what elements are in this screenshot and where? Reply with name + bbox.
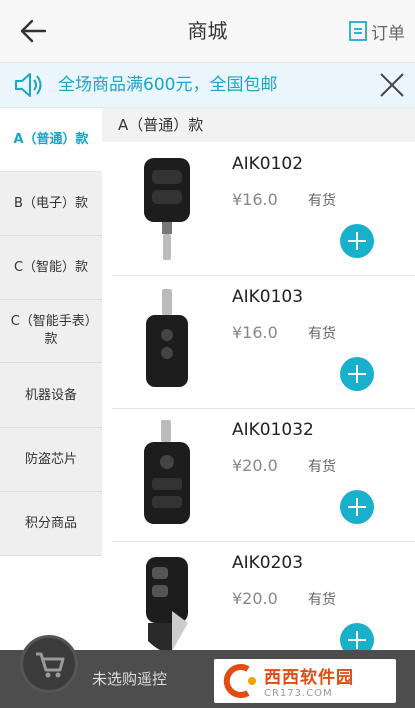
sidebar-item-label: C（智能）款 [13, 259, 89, 275]
product-name: AIK0103 [232, 287, 304, 307]
car-key-image [144, 158, 190, 260]
notice-text: 全场商品满600元，全国包邮 [58, 75, 278, 95]
orders-label: 订单 [371, 23, 405, 44]
car-key-image [146, 289, 188, 387]
watermark-sub-text: CR173.COM [264, 688, 333, 699]
cart-footer: 未选购遥控 西西软件园 CR173.COM [0, 635, 415, 708]
sidebar-item-label: 防盗芯片 [24, 451, 77, 467]
product-name: AIK0102 [232, 154, 304, 174]
sidebar-item-label: A（普通）款 [13, 131, 89, 147]
sidebar-item-c-smartwatch[interactable]: C（智能手表）款 [0, 300, 102, 363]
car-key-image [146, 557, 188, 650]
cart-button[interactable] [20, 635, 78, 693]
sidebar-item-label: 积分商品 [24, 515, 77, 531]
product-price: ¥16.0 [232, 190, 278, 209]
add-to-cart-button[interactable] [340, 623, 374, 650]
product-stock: 有货 [308, 326, 336, 342]
shopping-cart-icon [36, 652, 65, 678]
car-key-image [144, 420, 190, 524]
add-to-cart-button[interactable] [340, 490, 374, 524]
product-stock: 有货 [308, 193, 336, 209]
app-header: 商城 订单 [0, 0, 415, 63]
product-name: AIK0203 [232, 553, 304, 573]
order-list-icon [349, 21, 367, 41]
product-item[interactable]: AIK0102 ¥16.0 有货 [112, 142, 415, 276]
sidebar-item-anti-theft-chip[interactable]: 防盗芯片 [0, 428, 102, 492]
product-price: ¥16.0 [232, 323, 278, 342]
close-icon[interactable] [379, 72, 405, 98]
product-list: A（普通）款 AIK0102 ¥16.0 有货 AIK0103 ¥16.0 有货 [102, 108, 415, 650]
speaker-icon [15, 73, 42, 97]
sidebar-item-label: 机器设备 [24, 387, 77, 403]
product-stock: 有货 [308, 459, 336, 475]
product-item[interactable]: AIK0103 ¥16.0 有货 [112, 275, 415, 409]
section-title: A（普通）款 [102, 108, 415, 142]
watermark-logo: 西西软件园 CR173.COM [214, 659, 396, 703]
product-name: AIK01032 [232, 420, 314, 440]
sidebar-item-label: C（智能手表）款 [10, 314, 92, 347]
add-to-cart-button[interactable] [340, 357, 374, 391]
watermark-main-text: 西西软件园 [264, 668, 354, 688]
category-sidebar: A（普通）款 B（电子）款 C（智能）款 C（智能手表）款 机器设备 防盗芯片 … [0, 108, 102, 651]
watermark-text: 西西软件园 CR173.COM [264, 663, 354, 699]
notice-bar: 全场商品满600元，全国包邮 [0, 63, 415, 108]
product-item[interactable]: AIK01032 ¥20.0 有货 [112, 408, 415, 542]
sidebar-item-c-smart[interactable]: C（智能）款 [0, 236, 102, 300]
sidebar-item-a-normal[interactable]: A（普通）款 [0, 108, 102, 172]
sidebar-item-points-goods[interactable]: 积分商品 [0, 492, 102, 556]
sidebar-item-b-electronic[interactable]: B（电子）款 [0, 172, 102, 236]
sidebar-item-machines[interactable]: 机器设备 [0, 364, 102, 428]
product-price: ¥20.0 [232, 456, 278, 475]
cart-status-label: 未选购遥控 [92, 670, 168, 688]
product-price: ¥20.0 [232, 589, 278, 608]
product-item[interactable]: AIK0203 ¥20.0 有货 [112, 541, 415, 650]
cr-logo-icon [223, 664, 256, 698]
product-stock: 有货 [308, 592, 336, 608]
orders-button[interactable]: 订单 [349, 18, 405, 44]
sidebar-item-label: B（电子）款 [14, 195, 88, 211]
add-to-cart-button[interactable] [340, 224, 374, 258]
